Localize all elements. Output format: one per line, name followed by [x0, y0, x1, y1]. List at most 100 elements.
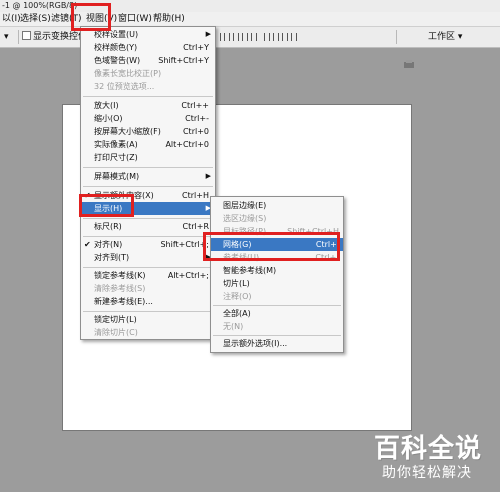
menu-item-lock-slices[interactable]: 锁定切片(L): [81, 313, 215, 326]
menu-item-lock-guides[interactable]: 锁定参考线(K) Alt+Ctrl+;: [81, 269, 215, 282]
checkmark-icon: ✔: [84, 240, 91, 249]
show-submenu: 图层边缘(E) 选区边缘(S) 目标路径(P) Shift+Ctrl+H 网格(…: [210, 196, 344, 353]
menu-item-label: 屏幕模式(M): [94, 172, 140, 181]
submenu-item-show-extras-options[interactable]: 显示额外选项(I)...: [211, 337, 343, 350]
menu-item-label: 清除切片(C): [94, 328, 138, 337]
submenu-item-label: 选区边缘(S): [223, 214, 267, 223]
submenu-arrow-icon: ▶: [205, 30, 211, 38]
menu-divider: [83, 167, 213, 168]
menu-item-gamut-warning[interactable]: 色域警告(W) Shift+Ctrl+Y: [81, 54, 215, 67]
submenu-item-all[interactable]: 全部(A): [211, 307, 343, 320]
menu-item-shortcut: Ctrl++: [181, 101, 209, 110]
distribute-icon[interactable]: [282, 33, 288, 41]
align-icon[interactable]: [224, 33, 230, 41]
show-transform-checkbox[interactable]: [22, 31, 31, 40]
menu-item-zoom-in[interactable]: 放大(I) Ctrl++: [81, 99, 215, 112]
submenu-item-label: 无(N): [223, 322, 244, 331]
align-icon[interactable]: [233, 33, 239, 41]
menu-item-proof-colors[interactable]: 校样颜色(Y) Ctrl+Y: [81, 41, 215, 54]
distribute-icon[interactable]: [242, 33, 248, 41]
menu-item-label: 打印尺寸(Z): [94, 153, 138, 162]
menu-item-label: 32 位预览选项...: [94, 82, 155, 91]
menu-item-fit-screen[interactable]: 按屏幕大小缩放(F) Ctrl+0: [81, 125, 215, 138]
menu-divider: [83, 311, 213, 312]
menu-item-label: 按屏幕大小缩放(F): [94, 127, 161, 136]
show-transform-label: 显示变换控件: [33, 32, 88, 42]
distribute-icon[interactable]: [251, 33, 257, 41]
menu-divider: [83, 186, 213, 187]
menu-item-shortcut: Ctrl+0: [182, 127, 209, 136]
menu-divider: [213, 335, 341, 336]
menu-item-actual-pixels[interactable]: 实际像素(A) Alt+Ctrl+0: [81, 138, 215, 151]
view-menu-dropdown: 校样设置(U) ▶ 校样颜色(Y) Ctrl+Y 色域警告(W) Shift+C…: [80, 26, 216, 340]
menu-divider: [83, 96, 213, 97]
menu-item-shortcut: Ctrl+Y: [183, 43, 209, 52]
menu-item-label: 清除参考线(S): [94, 284, 146, 293]
menu-item-label: 对齐到(T): [94, 253, 130, 262]
watermark-title: 百科全说: [374, 434, 483, 464]
submenu-item-label: 全部(A): [223, 309, 251, 318]
menu-window[interactable]: 窗口(W): [116, 12, 154, 26]
highlight-box-grid-item: [203, 232, 340, 261]
menu-item-label: 校样颜色(Y): [94, 43, 138, 52]
menu-divider: [83, 267, 213, 268]
submenu-item-layer-edges[interactable]: 图层边缘(E): [211, 199, 343, 212]
menu-item-zoom-out[interactable]: 缩小(O) Ctrl+-: [81, 112, 215, 125]
menu-item-label: 像素长宽比校正(P): [94, 69, 162, 78]
menu-item-shortcut: Ctrl+H: [182, 191, 209, 200]
menu-item-shortcut: Alt+Ctrl+0: [165, 140, 209, 149]
menu-item-label: 缩小(O): [94, 114, 123, 123]
toolbar-divider: [18, 30, 19, 44]
watermark-logo: 百科全说 助你轻松解决: [372, 428, 494, 488]
highlight-box-view-menu: [71, 3, 111, 31]
menu-item-label: 锁定切片(L): [94, 315, 137, 324]
menu-item-new-guide[interactable]: 新建参考线(E)...: [81, 295, 215, 308]
submenu-item-none[interactable]: 无(N): [211, 320, 343, 333]
menu-item-clear-guides[interactable]: 清除参考线(S): [81, 282, 215, 295]
submenu-item-label: 智能参考线(M): [223, 266, 277, 275]
watermark-subtitle: 助你轻松解决: [382, 465, 472, 481]
submenu-item-label: 显示额外选项(I)...: [223, 339, 288, 348]
distribute-icon[interactable]: [291, 33, 297, 41]
submenu-item-smart-guides[interactable]: 智能参考线(M): [211, 264, 343, 277]
tool-preset-dropdown[interactable]: ▾: [4, 27, 9, 47]
menu-item-screen-mode[interactable]: 屏幕模式(M) ▶: [81, 170, 215, 183]
menu-item-rulers[interactable]: 标尺(R) Ctrl+R: [81, 220, 215, 233]
window-title: -1 @ 100%(RGB/8): [2, 1, 78, 10]
menu-item-shortcut: Alt+Ctrl+;: [167, 271, 209, 280]
menu-item-label: 对齐(N): [94, 240, 123, 249]
submenu-item-label: 注释(O): [223, 292, 252, 301]
highlight-box-show-item: [79, 194, 134, 217]
menu-divider: [213, 305, 341, 306]
menu-item-label: 新建参考线(E)...: [94, 297, 153, 306]
submenu-item-label: 切片(L): [223, 279, 250, 288]
menu-item-snap[interactable]: ✔ 对齐(N) Shift+Ctrl+;: [81, 238, 215, 251]
workspace-icon[interactable]: [403, 59, 415, 69]
menu-help[interactable]: 帮助(H): [151, 12, 187, 26]
menu-item-32bit-preview[interactable]: 32 位预览选项...: [81, 80, 215, 93]
menu-select[interactable]: 选择(S): [18, 12, 53, 26]
submenu-item-label: 图层边缘(E): [223, 201, 267, 210]
submenu-item-notes[interactable]: 注释(O): [211, 290, 343, 303]
workspace-dropdown[interactable]: 工作区 ▾: [428, 27, 462, 47]
toolbar-divider: [396, 30, 397, 44]
submenu-arrow-icon: ▶: [205, 172, 211, 180]
distribute-icon[interactable]: [273, 33, 279, 41]
menu-divider: [83, 218, 213, 219]
menu-item-label: 放大(I): [94, 101, 119, 110]
submenu-item-slices[interactable]: 切片(L): [211, 277, 343, 290]
submenu-item-selection-edges[interactable]: 选区边缘(S): [211, 212, 343, 225]
menu-item-print-size[interactable]: 打印尺寸(Z): [81, 151, 215, 164]
menu-item-label: 锁定参考线(K): [94, 271, 146, 280]
menu-item-shortcut: Shift+Ctrl+;: [160, 240, 209, 249]
menu-item-clear-slices[interactable]: 清除切片(C): [81, 326, 215, 339]
menu-item-label: 实际像素(A): [94, 140, 138, 149]
menu-item-snap-to[interactable]: 对齐到(T) ▶: [81, 251, 215, 264]
menu-item-label: 色域警告(W): [94, 56, 141, 65]
menu-divider: [83, 236, 213, 237]
menu-item-shortcut: Ctrl+-: [185, 114, 209, 123]
menu-item-label: 标尺(R): [94, 222, 122, 231]
distribute-icon[interactable]: [264, 33, 270, 41]
menu-item-pixel-aspect[interactable]: 像素长宽比校正(P): [81, 67, 215, 80]
menu-item-shortcut: Shift+Ctrl+Y: [158, 56, 209, 65]
